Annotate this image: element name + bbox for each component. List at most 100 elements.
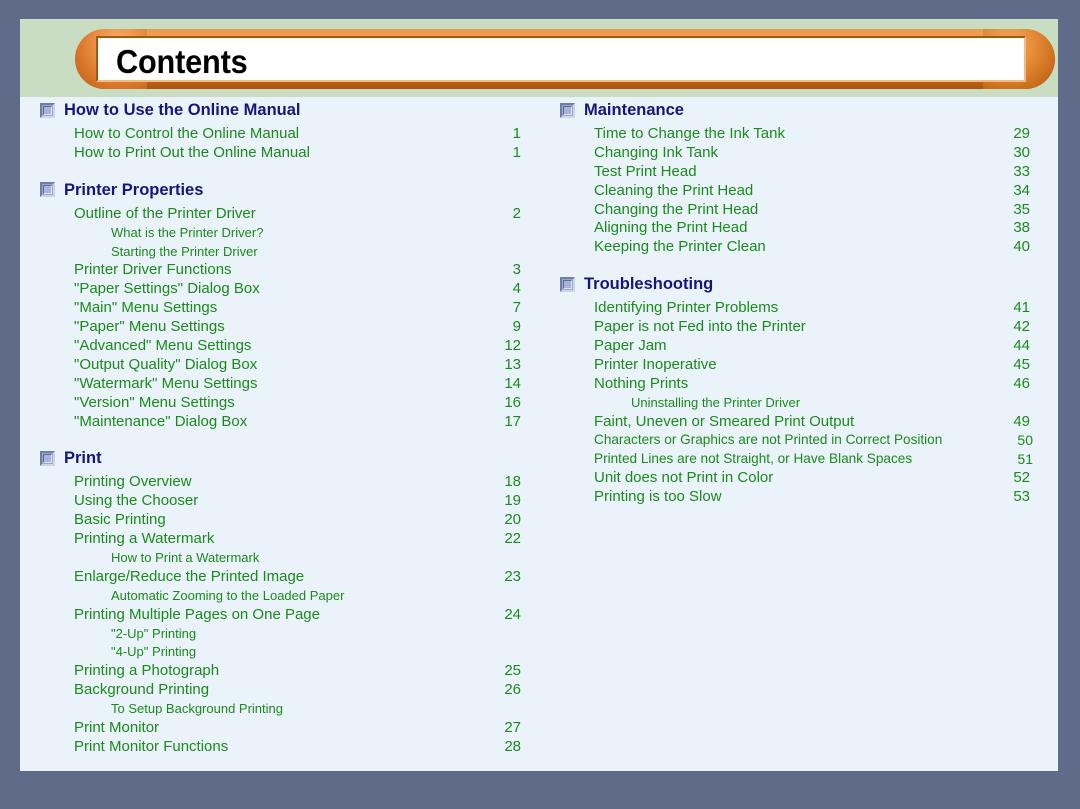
toc-entry[interactable]: Print Monitor 27 [38,719,521,738]
toc-entry-page-number: 13 [504,355,521,373]
toc-entry[interactable]: Basic Printing 20 [38,511,521,530]
toc-entry-label: "Output Quality" Dialog Box [74,355,258,373]
toc-entry-page-number: 34 [1013,181,1030,199]
toc-entry[interactable]: Printing Overview 18 [38,473,521,492]
toc-entry-label: How to Print a Watermark [111,550,260,566]
toc-entry-page-number: 29 [1013,125,1030,142]
toc-entry[interactable]: "Paper" Menu Settings 9 [38,318,521,337]
toc-entry[interactable]: Printing Multiple Pages on One Page 24 [38,606,521,625]
toc-entry-label: "Advanced" Menu Settings [74,337,252,355]
toc-entry[interactable]: Enlarge/Reduce the Printed Image 23 [38,567,521,587]
toc-entry-label: Using the Chooser [74,492,199,510]
toc-entry-label: Changing Ink Tank [594,143,718,161]
toc-entry[interactable]: "4-Up" Printing [38,643,518,662]
toc-entry[interactable]: What is the Printer Driver? [38,224,518,243]
toc-entry[interactable]: Unit does not Print in Color 52 [558,469,1038,488]
toc-entry-label: Time to Change the Ink Tank [594,125,785,142]
toc-entry[interactable]: Starting the Printer Driver [38,243,518,262]
toc-entry[interactable]: To Setup Background Printing [38,700,518,719]
toc-entry-label: Automatic Zooming to the Loaded Paper [111,587,345,603]
toc-entry-page-number: 23 [504,567,521,585]
toc-entry-label: Starting the Printer Driver [111,243,258,259]
toc-entry[interactable]: "2-Up" Printing [38,625,518,644]
toc-entry-page-number: 27 [504,719,521,737]
toc-entry-label: Paper is not Fed into the Printer [594,318,806,336]
table-of-contents: How to Use the Online Manual How to Contr… [20,97,1058,771]
toc-entry[interactable]: Printer Driver Functions 3 [38,261,521,280]
toc-entry-label: To Setup Background Printing [111,701,283,717]
toc-entry[interactable]: "Watermark" Menu Settings 14 [38,374,521,394]
toc-entry[interactable]: Characters or Graphics are not Printed i… [558,431,1038,450]
toc-entry[interactable]: How to Control the Online Manual 1 [38,125,521,144]
toc-entry-page-number: 2 [512,204,521,222]
toc-entry[interactable]: Uninstalling the Printer Driver [558,394,1038,413]
toc-entry-label: "Paper" Menu Settings [74,318,225,336]
toc-section-heading[interactable]: Maintenance [558,97,1038,123]
toc-section-heading[interactable]: Troubleshooting [558,271,1038,297]
toc-entry[interactable]: "Paper Settings" Dialog Box 4 [38,280,521,299]
toc-entry-label: Nothing Prints [594,374,689,392]
toc-section-heading[interactable]: How to Use the Online Manual [38,97,518,123]
toc-entry[interactable]: Printing is too Slow 53 [558,488,1038,507]
toc-entry[interactable]: Printed Lines are not Straight, or Have … [558,450,1038,469]
toc-entry[interactable]: Automatic Zooming to the Loaded Paper [38,587,518,606]
toc-entry[interactable]: Printing a Watermark 22 [38,530,521,549]
toc-entry[interactable]: Nothing Prints 46 [558,375,1038,394]
toc-entry[interactable]: Using the Chooser 19 [38,492,521,511]
toc-entry-page-number: 45 [1013,355,1030,373]
toc-entry[interactable]: Cleaning the Print Head 34 [558,182,1038,201]
toc-entry-label: "Paper Settings" Dialog Box [74,280,260,298]
toc-entry-page-number: 49 [1013,412,1030,430]
toc-entry-label: Printing is too Slow [594,488,722,506]
toc-entry[interactable]: Outline of the Printer Driver 2 [38,204,521,224]
toc-entry-label: Printed Lines are not Straight, or Have … [594,451,913,467]
toc-section-heading[interactable]: Printer Properties [38,177,518,203]
toc-entry-page-number: 38 [1013,219,1030,237]
toc-entry-page-number: 30 [1013,143,1030,161]
toc-section-print: Print Printing Overview 18 Using the Choose… [38,445,521,757]
toc-entry[interactable]: "Output Quality" Dialog Box 13 [38,355,521,375]
toc-entry[interactable]: Aligning the Print Head 38 [558,219,1038,238]
toc-entry-label: Enlarge/Reduce the Printed Image [74,567,305,585]
toc-entry-label: Changing the Print Head [594,200,759,218]
toc-entry[interactable]: Paper Jam 44 [558,337,1038,356]
section-title-label: Troubleshooting [584,275,714,294]
toc-entry[interactable]: Faint, Uneven or Smeared Print Output 49 [558,413,1038,432]
toc-entry[interactable]: Print Monitor Functions 28 [38,738,521,757]
toc-entry-page-number: 18 [504,473,521,491]
toc-entry-page-number: 42 [1013,318,1030,336]
toc-entry-page-number: 4 [512,280,521,298]
toc-entry-label: What is the Printer Driver? [111,224,264,240]
toc-entry[interactable]: Background Printing 26 [38,681,521,700]
toc-entry[interactable]: "Main" Menu Settings 7 [38,299,521,318]
toc-entry[interactable]: How to Print a Watermark [38,549,518,568]
toc-entry-page-number: 1 [512,143,521,161]
toc-entry-page-number: 40 [1013,238,1030,256]
section-bullet-icon [40,182,55,198]
toc-entry[interactable]: "Version" Menu Settings 16 [38,394,521,413]
toc-entry-label: "4-Up" Printing [111,644,197,660]
toc-entry-page-number: 41 [1013,299,1030,317]
toc-section-maintenance: Maintenance Time to Change the Ink Tank 29… [558,97,1038,257]
toc-entry[interactable]: Changing the Print Head 35 [558,201,1038,220]
toc-entry-label: Cleaning the Print Head [594,181,754,199]
toc-entry-label: Aligning the Print Head [594,219,748,237]
toc-entry[interactable]: "Maintenance" Dialog Box 17 [38,412,521,432]
toc-entry[interactable]: Changing Ink Tank 30 [558,144,1038,163]
toc-entry-page-number: 44 [1013,337,1030,355]
toc-entry[interactable]: Printer Inoperative 45 [558,356,1038,375]
toc-entry-label: "2-Up" Printing [111,625,197,641]
toc-entry[interactable]: "Advanced" Menu Settings 12 [38,337,521,356]
toc-entry[interactable]: Test Print Head 33 [558,163,1038,182]
toc-entry-page-number: 17 [504,412,521,430]
toc-entry-page-number: 9 [512,318,521,336]
toc-entry[interactable]: How to Print Out the Online Manual 1 [38,143,521,163]
toc-entry[interactable]: Printing a Photograph 25 [38,662,521,681]
toc-entry-page-number: 14 [504,374,521,392]
toc-entry[interactable]: Identifying Printer Problems 41 [558,299,1038,318]
toc-section-heading[interactable]: Print [38,445,518,471]
toc-entry[interactable]: Paper is not Fed into the Printer 42 [558,318,1038,337]
toc-entry[interactable]: Keeping the Printer Clean 40 [558,238,1038,257]
toc-entry-page-number: 3 [512,261,521,279]
toc-entry[interactable]: Time to Change the Ink Tank 29 [558,125,1038,144]
